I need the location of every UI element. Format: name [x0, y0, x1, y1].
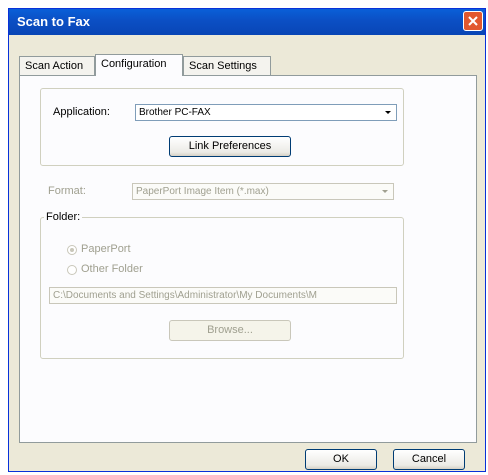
dropdown-arrow-icon: [377, 184, 393, 199]
format-select[interactable]: PaperPort Image Item (*.max): [132, 183, 394, 200]
application-label: Application:: [53, 106, 110, 118]
folder-group: PaperPort Other Folder C:\Documents and …: [40, 217, 404, 359]
tab-scan-action[interactable]: Scan Action: [19, 56, 95, 75]
browse-button[interactable]: Browse...: [169, 320, 291, 341]
application-select[interactable]: Brother PC-FAX: [135, 104, 397, 121]
close-icon: [468, 16, 478, 26]
ok-button[interactable]: OK: [305, 449, 377, 470]
radio-other-folder-label: Other Folder: [81, 263, 143, 275]
close-button[interactable]: [463, 11, 483, 31]
radio-paperport[interactable]: [67, 245, 77, 255]
application-group: Application: Brother PC-FAX Link Prefere…: [40, 88, 404, 166]
dialog-window: Scan to Fax Scan Action Configuration Sc…: [8, 8, 486, 472]
window-title: Scan to Fax: [17, 14, 90, 29]
radio-paperport-label: PaperPort: [81, 243, 131, 255]
tab-label: Scan Settings: [189, 60, 257, 72]
cancel-button[interactable]: Cancel: [393, 449, 465, 470]
folder-path-field[interactable]: C:\Documents and Settings\Administrator\…: [49, 287, 397, 304]
configuration-panel: Application: Brother PC-FAX Link Prefere…: [19, 75, 477, 443]
title-bar[interactable]: Scan to Fax: [9, 9, 485, 35]
radio-other-folder[interactable]: [67, 265, 77, 275]
format-label: Format:: [48, 185, 86, 197]
tab-configuration[interactable]: Configuration: [95, 54, 183, 76]
folder-path-value: C:\Documents and Settings\Administrator\…: [53, 290, 317, 301]
folder-label: Folder:: [44, 211, 83, 223]
link-preferences-button[interactable]: Link Preferences: [169, 136, 291, 157]
tab-label: Configuration: [101, 58, 167, 70]
application-value: Brother PC-FAX: [139, 107, 211, 118]
tab-scan-settings[interactable]: Scan Settings: [183, 56, 271, 75]
format-value: PaperPort Image Item (*.max): [136, 186, 269, 197]
dropdown-arrow-icon: [380, 105, 396, 120]
tab-label: Scan Action: [25, 60, 84, 72]
